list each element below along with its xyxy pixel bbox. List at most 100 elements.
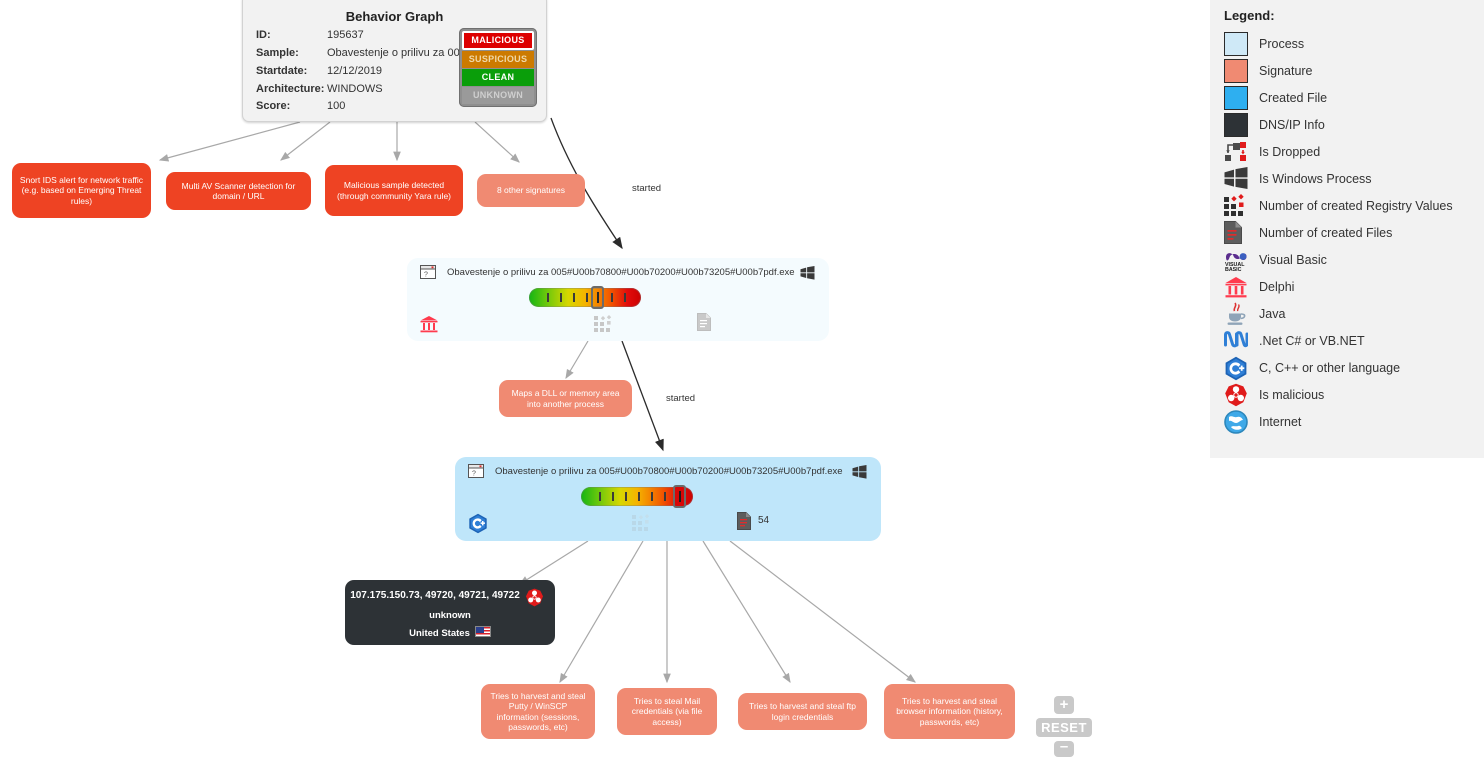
page-title: Behavior Graph (345, 9, 444, 24)
delphi-icon (419, 314, 439, 339)
is-dropped-icon (1224, 140, 1248, 164)
zoom-controls: + RESET – (1036, 696, 1092, 757)
info-value-id: 195637 (327, 29, 364, 41)
threat-score-gauge (529, 286, 641, 309)
reset-button[interactable]: RESET (1036, 718, 1092, 737)
threat-score-marker (673, 485, 686, 508)
legend-item-dotnet: .Net C# or VB.NET (1224, 327, 1484, 354)
legend-item-label: DNS/IP Info (1259, 117, 1325, 132)
legend-item-created-files: Number of created Files (1224, 219, 1484, 246)
legend-item-label: Internet (1259, 414, 1302, 429)
application-window-icon: ? (420, 265, 436, 284)
svg-text:?: ? (424, 272, 428, 279)
internet-icon (1224, 409, 1248, 434)
signature-swatch (1224, 58, 1248, 83)
windows-icon (852, 465, 867, 484)
process-node-1[interactable]: ? Obavestenje o prilivu za 005#U00b70800… (407, 258, 829, 341)
info-value-architecture: WINDOWS (327, 83, 383, 95)
legend-item-label: Number of created Registry Values (1259, 198, 1453, 213)
legend-item-dns-ip: DNS/IP Info (1224, 111, 1484, 138)
legend-item-is-windows-process: Is Windows Process (1224, 165, 1484, 192)
info-label-score: Score: (256, 100, 291, 112)
dns-ip-node[interactable]: 107.175.150.73, 49720, 49721, 49722 unkn… (345, 580, 555, 645)
verdict-malicious[interactable]: MALICIOUS (462, 31, 534, 50)
windows-icon (800, 266, 815, 285)
dns-country: United States (345, 626, 555, 639)
legend-item-label: Process (1259, 36, 1305, 51)
signature-node[interactable]: Tries to harvest and steal Putty / WinSC… (481, 684, 595, 739)
signature-node[interactable]: Snort IDS alert for network traffic (e.g… (12, 163, 151, 218)
legend-item-is-dropped: Is Dropped (1224, 138, 1484, 165)
verdict-clean[interactable]: CLEAN (462, 69, 534, 86)
java-icon (1224, 301, 1248, 326)
behavior-graph-info-panel: Behavior Graph ID: 195637 Sample: Obaves… (242, 0, 547, 122)
created-files-icon (737, 512, 751, 535)
legend-title: Legend: (1224, 8, 1275, 23)
verdict-stack: MALICIOUS SUSPICIOUS CLEAN UNKNOWN (459, 28, 537, 107)
svg-text:BASIC: BASIC (1225, 267, 1242, 271)
registry-values-icon (594, 315, 614, 338)
legend-item-label: Is Windows Process (1259, 171, 1372, 186)
signature-node[interactable]: Tries to harvest and steal ftp login cre… (738, 693, 867, 730)
c-cpp-icon (468, 513, 488, 539)
threat-score-marker (591, 286, 604, 309)
zoom-out-button[interactable]: – (1054, 739, 1074, 757)
process-node-2[interactable]: ? Obavestenje o prilivu za 005#U00b70800… (455, 457, 881, 541)
verdict-unknown[interactable]: UNKNOWN (462, 87, 534, 104)
behavior-graph-page: Behavior Graph ID: 195637 Sample: Obaves… (0, 0, 1484, 757)
info-label-architecture: Architecture: (256, 83, 325, 95)
legend-item-process: Process (1224, 30, 1484, 57)
signature-node[interactable]: Multi AV Scanner detection for domain / … (166, 172, 311, 210)
info-label-id: ID: (256, 29, 271, 41)
is-malicious-icon (1224, 383, 1248, 407)
signature-node[interactable]: 8 other signatures (477, 174, 585, 207)
process-title: Obavestenje o prilivu za 005#U00b70800#U… (447, 267, 795, 278)
legend-item-visual-basic: VISUAL BASIC Visual Basic (1224, 246, 1484, 273)
legend-item-label: C, C++ or other language (1259, 360, 1401, 375)
legend-item-internet: Internet (1224, 408, 1484, 435)
created-files-icon (1224, 220, 1248, 245)
is-malicious-icon (525, 588, 544, 612)
verdict-suspicious[interactable]: SUSPICIOUS (462, 51, 534, 68)
signature-node[interactable]: Tries to steal Mail credentials (via fil… (617, 688, 717, 735)
dns-country-label: United States (409, 628, 470, 639)
legend-item-label: Delphi (1259, 279, 1295, 294)
legend-item-label: Signature (1259, 63, 1313, 78)
info-value-sample: Obavestenje o prilivu za 00... (327, 47, 469, 59)
legend-item-label: Number of created Files (1259, 225, 1393, 240)
legend-item-delphi: Delphi (1224, 273, 1484, 300)
threat-score-gauge (581, 485, 693, 508)
visual-basic-icon: VISUAL BASIC (1224, 248, 1248, 273)
c-cpp-icon (1224, 356, 1248, 380)
us-flag-icon (474, 626, 491, 637)
application-window-icon: ? (468, 464, 484, 483)
registry-values-icon (1224, 193, 1248, 218)
legend-item-label: Is Dropped (1259, 144, 1321, 159)
dotnet-icon (1224, 329, 1249, 353)
created-files-count: 54 (758, 515, 770, 526)
legend-item-c-cpp: C, C++ or other language (1224, 354, 1484, 381)
windows-icon (1224, 166, 1248, 191)
signature-node[interactable]: Tries to harvest and steal browser infor… (884, 684, 1015, 739)
info-value-score: 100 (327, 100, 346, 112)
legend-item-label: .Net C# or VB.NET (1259, 333, 1365, 348)
process-title: Obavestenje o prilivu za 005#U00b70800#U… (495, 466, 843, 477)
signature-node[interactable]: Malicious sample detected (through commu… (325, 165, 463, 216)
legend-item-signature: Signature (1224, 57, 1484, 84)
legend-item-label: Created File (1259, 90, 1328, 105)
dns-hostname: unknown (429, 610, 471, 621)
legend-item-java: Java (1224, 300, 1484, 327)
created-file-swatch (1224, 85, 1248, 110)
legend-item-created-file: Created File (1224, 84, 1484, 111)
zoom-in-button[interactable]: + (1054, 696, 1074, 714)
delphi-icon (1224, 275, 1248, 299)
edge-label-started-1: started (632, 183, 662, 194)
legend-item-is-malicious: Is malicious (1224, 381, 1484, 408)
dns-ip-swatch (1224, 112, 1248, 137)
dns-addresses: 107.175.150.73, 49720, 49721, 49722 (350, 590, 520, 601)
process-swatch (1224, 31, 1248, 56)
legend-item-registry-values: Number of created Registry Values (1224, 192, 1484, 219)
legend-panel: Legend: Process Signature Created File D… (1210, 0, 1484, 458)
signature-node[interactable]: Maps a DLL or memory area into another p… (499, 380, 632, 417)
edge-label-started-2: started (666, 393, 696, 404)
